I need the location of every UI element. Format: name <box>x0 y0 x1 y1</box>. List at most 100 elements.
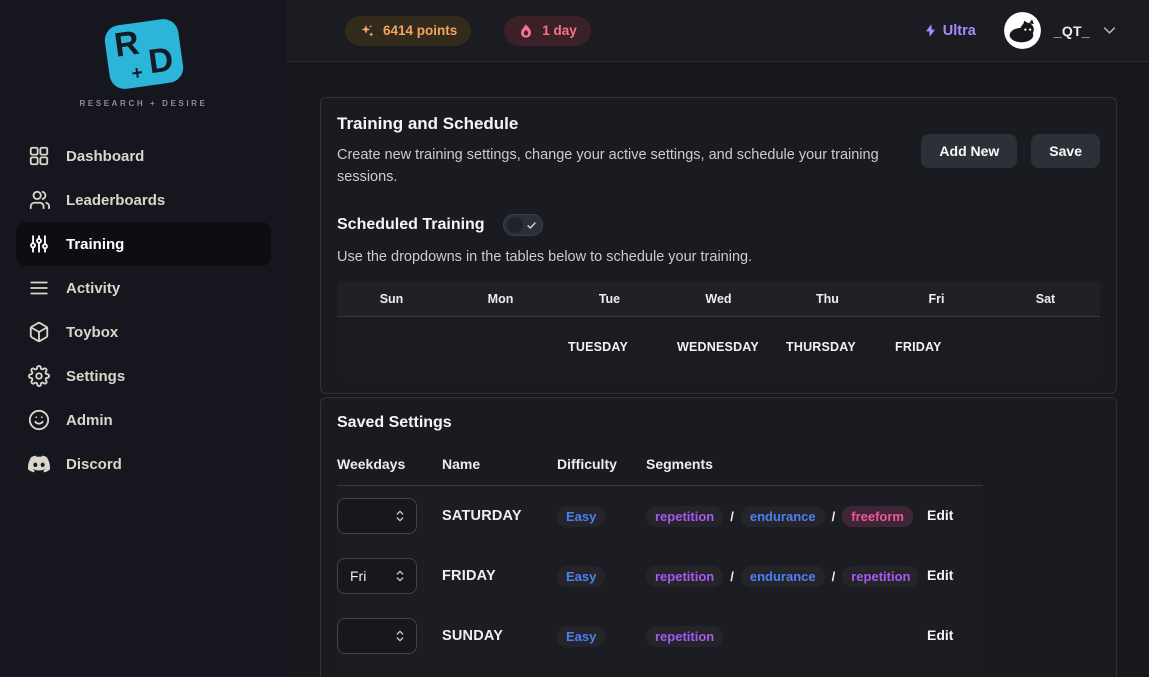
sidebar-item-admin[interactable]: Admin <box>16 398 271 442</box>
table-row: Fri FRIDAY Easy repetition / endurance <box>337 546 983 606</box>
edit-button[interactable]: Edit <box>927 507 953 523</box>
lightning-icon <box>923 23 938 38</box>
sidebar-item-label: Toybox <box>66 324 118 341</box>
gear-icon <box>28 365 50 387</box>
training-card: Training and Schedule Create new trainin… <box>320 97 1117 394</box>
segment-separator: / <box>832 569 836 584</box>
logo-letter-r: R <box>111 24 141 66</box>
weekday-select[interactable] <box>337 498 417 534</box>
segment-separator: / <box>730 509 734 524</box>
topbar: 6414 points 1 day Ultra <box>287 0 1149 62</box>
week-header-cell: Sat <box>991 281 1100 316</box>
column-header-difficulty: Difficulty <box>557 456 646 472</box>
week-header-row: Sun Mon Tue Wed Thu Fri Sat <box>337 281 1100 317</box>
sliders-icon <box>28 233 50 255</box>
fire-icon <box>518 23 534 39</box>
edit-button[interactable]: Edit <box>927 627 953 643</box>
scheduled-training-title: Scheduled Training <box>337 216 485 234</box>
points-badge-label: 6414 points <box>383 23 457 38</box>
column-header-name: Name <box>442 456 557 472</box>
sidebar: R D + RESEARCH + DESIRE Dashboard Leader… <box>0 0 287 677</box>
logo-plus: + <box>130 62 144 85</box>
grid-icon <box>28 145 50 167</box>
sidebar-item-dashboard[interactable]: Dashboard <box>16 134 271 178</box>
week-header-cell: Fri <box>882 281 991 316</box>
sidebar-item-settings[interactable]: Settings <box>16 354 271 398</box>
setting-name: SUNDAY <box>442 628 503 644</box>
week-cell-wed[interactable]: WEDNESDAY <box>664 317 773 377</box>
smiley-icon <box>28 409 50 431</box>
add-new-button[interactable]: Add New <box>921 134 1017 168</box>
content: Training and Schedule Create new trainin… <box>287 62 1149 677</box>
setting-name: FRIDAY <box>442 568 496 584</box>
week-cell-tue[interactable]: TUESDAY <box>555 317 664 377</box>
saved-settings-title: Saved Settings <box>337 414 1100 432</box>
card-title: Training and Schedule <box>337 114 897 134</box>
sparkles-icon <box>359 23 375 39</box>
logo-mark: R D + <box>102 17 184 91</box>
scheduled-training-hint: Use the dropdowns in the tables below to… <box>337 249 1100 265</box>
table-row: SATURDAY Easy repetition / endurance / f… <box>337 486 983 546</box>
sidebar-item-training[interactable]: Training <box>16 222 271 266</box>
avatar[interactable] <box>1004 12 1041 49</box>
sidebar-item-label: Settings <box>66 368 125 385</box>
chevron-down-icon[interactable] <box>1100 21 1119 40</box>
week-cell-thu[interactable]: THURSDAY <box>773 317 882 377</box>
plan-badge[interactable]: Ultra <box>923 23 976 39</box>
toggle-knob <box>507 217 523 233</box>
sidebar-nav: Dashboard Leaderboards Training Activity <box>0 134 287 486</box>
sidebar-item-leaderboards[interactable]: Leaderboards <box>16 178 271 222</box>
segment-separator: / <box>832 509 836 524</box>
sidebar-item-discord[interactable]: Discord <box>16 442 271 486</box>
sidebar-item-label: Training <box>66 236 124 253</box>
week-value-row: TUESDAY WEDNESDAY THURSDAY FRIDAY <box>337 317 1100 377</box>
week-cell-mon[interactable] <box>446 317 555 377</box>
unfold-icon <box>392 568 408 584</box>
username[interactable]: _QT_ <box>1054 23 1090 39</box>
segment-badge: endurance <box>741 566 825 587</box>
segment-badge: repetition <box>646 506 723 527</box>
sidebar-item-label: Dashboard <box>66 148 144 165</box>
difficulty-badge: Easy <box>557 506 605 527</box>
weekday-select[interactable] <box>337 618 417 654</box>
week-cell-sat[interactable] <box>991 317 1100 377</box>
week-header-cell: Wed <box>664 281 773 316</box>
saved-settings-header-row: Weekdays Name Difficulty Segments <box>337 440 983 486</box>
streak-badge-label: 1 day <box>542 23 577 38</box>
main-area: 6414 points 1 day Ultra <box>287 0 1149 677</box>
week-header-cell: Mon <box>446 281 555 316</box>
logo-letter-d: D <box>146 40 176 82</box>
app-root: R D + RESEARCH + DESIRE Dashboard Leader… <box>0 0 1149 677</box>
sidebar-item-activity[interactable]: Activity <box>16 266 271 310</box>
unfold-icon <box>392 628 408 644</box>
week-header-cell: Tue <box>555 281 664 316</box>
segment-separator: / <box>730 569 734 584</box>
week-cell-fri[interactable]: FRIDAY <box>882 317 991 377</box>
week-header-cell: Thu <box>773 281 882 316</box>
logo[interactable]: R D + RESEARCH + DESIRE <box>0 22 287 108</box>
users-icon <box>28 189 50 211</box>
saved-settings-card: Saved Settings Weekdays Name Difficulty … <box>320 397 1117 677</box>
sidebar-item-toybox[interactable]: Toybox <box>16 310 271 354</box>
segment-badge: repetition <box>842 566 919 587</box>
plan-label: Ultra <box>943 23 976 39</box>
scheduled-training-toggle[interactable] <box>503 214 543 236</box>
table-row: SUNDAY Easy repetition Edit <box>337 606 983 666</box>
edit-button[interactable]: Edit <box>927 567 953 583</box>
segment-badge: freeform <box>842 506 913 527</box>
card-description: Create new training settings, change you… <box>337 144 897 188</box>
segment-badge: endurance <box>741 506 825 527</box>
discord-icon <box>28 453 50 475</box>
points-badge: 6414 points <box>345 16 471 46</box>
segment-badge: repetition <box>646 566 723 587</box>
sidebar-item-label: Activity <box>66 280 120 297</box>
sidebar-item-label: Discord <box>66 456 122 473</box>
weekday-select-value: Fri <box>350 568 366 584</box>
segment-badge: repetition <box>646 626 723 647</box>
week-cell-sun[interactable] <box>337 317 446 377</box>
unfold-icon <box>392 508 408 524</box>
weekday-select[interactable]: Fri <box>337 558 417 594</box>
sidebar-item-label: Leaderboards <box>66 192 165 209</box>
setting-name: SATURDAY <box>442 508 522 524</box>
save-button[interactable]: Save <box>1031 134 1100 168</box>
